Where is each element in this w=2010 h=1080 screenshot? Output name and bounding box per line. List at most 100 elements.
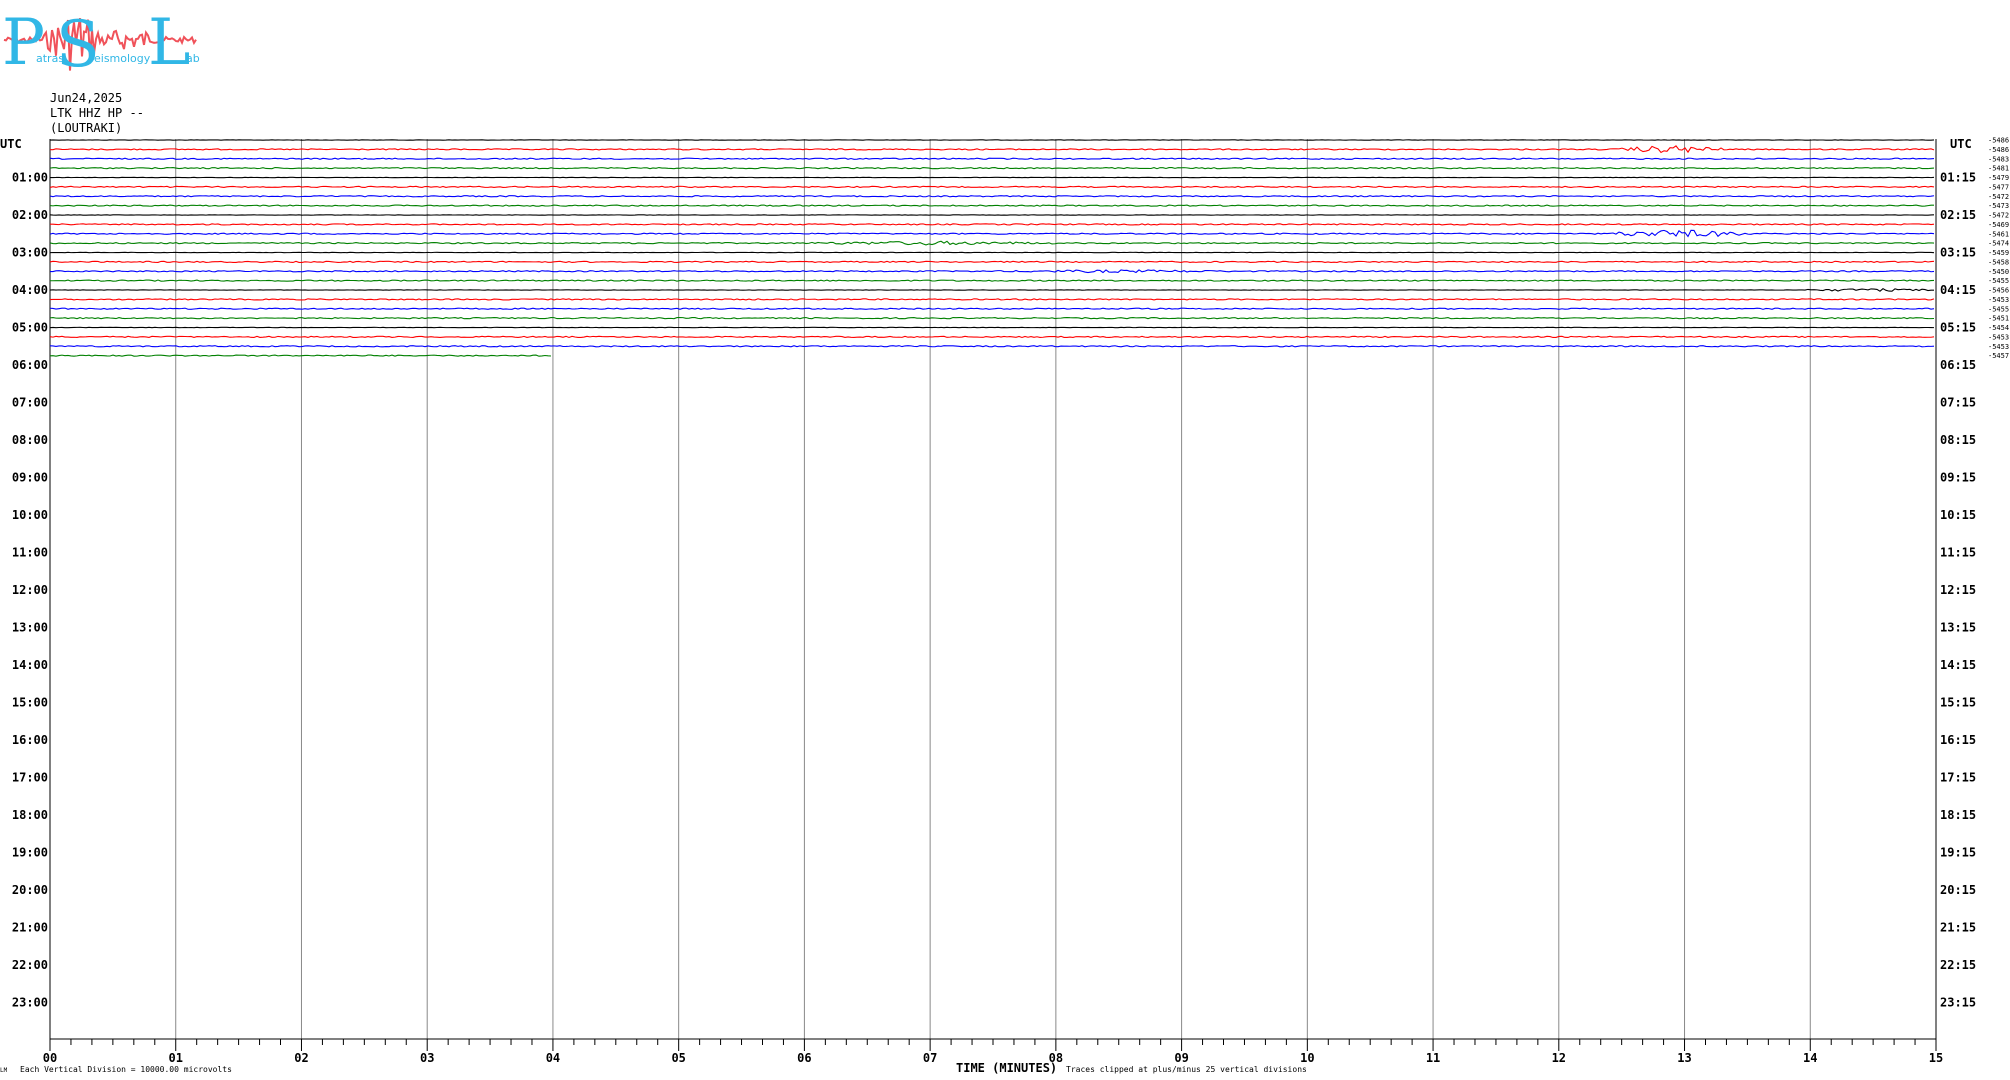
trace-row-14 <box>49 269 1935 274</box>
x-tick-label: 03 <box>420 1051 434 1065</box>
trace-row-16 <box>49 288 1935 292</box>
right-hour-label: 09:15 <box>1940 471 1976 485</box>
left-hour-label: 10:00 <box>12 508 48 522</box>
x-tick-label: 00 <box>43 1051 57 1065</box>
right-hour-label: 23:15 <box>1940 996 1976 1010</box>
trace-offset-label: -5455 <box>1988 277 2009 285</box>
trace-offset-label: -5473 <box>1988 202 2009 210</box>
trace-offset-label: -5453 <box>1988 343 2009 351</box>
x-tick-label: 06 <box>797 1051 811 1065</box>
x-tick-label: 02 <box>294 1051 308 1065</box>
corner-mark: LM <box>0 1067 8 1074</box>
helicorder-chart: P S L atras eismology ab Jun24,2025 LTK … <box>0 6 2009 1075</box>
right-hour-label: 07:15 <box>1940 396 1976 410</box>
x-tick-label: 11 <box>1426 1051 1440 1065</box>
trace-offset-label: -5486 <box>1988 146 2009 154</box>
left-hour-label: 18:00 <box>12 808 48 822</box>
trace-offset-label: -5481 <box>1988 165 2009 173</box>
trace-row-1 <box>49 145 1935 154</box>
x-tick-label: 13 <box>1677 1051 1691 1065</box>
trace-row-11 <box>49 240 1935 246</box>
left-hour-label: 12:00 <box>12 583 48 597</box>
trace-row-6 <box>49 195 1935 198</box>
trace-row-17 <box>49 298 1935 301</box>
left-hour-labels: 01:00 02:00 03:00 04:00 05:00 06:00 07:00 08:00… <box>12 171 48 1010</box>
trace-offset-label: -5453 <box>1988 296 2009 304</box>
logo-fragment-eismology: eismology <box>94 52 151 65</box>
trace-row-18 <box>49 307 1935 310</box>
right-hour-label: 19:15 <box>1940 846 1976 860</box>
right-hour-label: 05:15 <box>1940 321 1976 335</box>
x-tick-label: 09 <box>1174 1051 1188 1065</box>
trace-row-23 <box>49 354 552 357</box>
header-station: (LOUTRAKI) <box>50 121 122 135</box>
trace-offset-label: -5472 <box>1988 193 2009 201</box>
x-tick-label: 15 <box>1929 1051 1943 1065</box>
logo-letter-p: P <box>2 6 45 80</box>
left-hour-label: 15:00 <box>12 696 48 710</box>
right-hour-label: 01:15 <box>1940 171 1976 185</box>
trace-row-19 <box>49 316 1935 320</box>
left-hour-label: 02:00 <box>12 208 48 222</box>
right-hour-label: 04:15 <box>1940 283 1976 297</box>
trace-row-22 <box>49 345 1935 348</box>
right-hour-label: 15:15 <box>1940 696 1976 710</box>
footer-clipping-note: Traces clipped at plus/minus 25 vertical… <box>1066 1065 1307 1074</box>
x-tick-label: 14 <box>1803 1051 1817 1065</box>
trace-offset-label: -5486 <box>1988 137 2009 145</box>
trace-offset-label: -5451 <box>1988 315 2009 323</box>
trace-row-15 <box>49 279 1935 282</box>
footer-vertical-division: Each Vertical Division = 10000.00 microv… <box>20 1065 232 1074</box>
x-tick-label: 05 <box>671 1051 685 1065</box>
psl-logo: P S L atras eismology ab <box>2 6 200 82</box>
left-hour-label: 04:00 <box>12 283 48 297</box>
left-utc-header: UTC <box>0 137 22 151</box>
trace-offset-label: -5455 <box>1988 305 2009 313</box>
trace-offset-label: -5474 <box>1988 240 2009 248</box>
logo-letter-s: S <box>56 8 100 82</box>
left-hour-label: 13:00 <box>12 621 48 635</box>
x-tick-label: 12 <box>1552 1051 1566 1065</box>
right-hour-label: 16:15 <box>1940 733 1976 747</box>
trace-offset-label: -5477 <box>1988 183 2009 191</box>
x-tick-label: 04 <box>546 1051 560 1065</box>
trace-offset-label: -5459 <box>1988 249 2009 257</box>
right-hour-label: 14:15 <box>1940 658 1976 672</box>
left-hour-label: 09:00 <box>12 471 48 485</box>
logo-fragment-ab: ab <box>186 52 200 65</box>
trace-offset-label: -5456 <box>1988 287 2009 295</box>
trace-offset-label: -5483 <box>1988 155 2009 163</box>
right-hour-label: 22:15 <box>1940 958 1976 972</box>
trace-row-5 <box>49 185 1935 189</box>
header-date: Jun24,2025 <box>50 91 122 105</box>
right-hour-label: 02:15 <box>1940 208 1976 222</box>
trace-row-10 <box>49 229 1935 238</box>
left-hour-label: 11:00 <box>12 546 48 560</box>
right-hour-label: 03:15 <box>1940 246 1976 260</box>
header-channel: LTK HHZ HP -- <box>50 106 144 120</box>
right-utc-header: UTC <box>1950 137 1972 151</box>
logo-letter-l: L <box>148 6 191 80</box>
left-hour-label: 05:00 <box>12 321 48 335</box>
right-hour-label: 20:15 <box>1940 883 1976 897</box>
left-hour-label: 23:00 <box>12 996 48 1010</box>
trace-row-21 <box>49 335 1935 339</box>
x-tick-label: 07 <box>923 1051 937 1065</box>
trace-row-2 <box>49 157 1935 160</box>
trace-offset-label: -5453 <box>1988 333 2009 341</box>
right-hour-label: 17:15 <box>1940 771 1976 785</box>
right-hour-label: 06:15 <box>1940 358 1976 372</box>
x-tick-label: 01 <box>169 1051 183 1065</box>
left-hour-label: 19:00 <box>12 846 48 860</box>
right-hour-label: 11:15 <box>1940 546 1976 560</box>
left-hour-label: 07:00 <box>12 396 48 410</box>
trace-offset-label: -5454 <box>1988 324 2009 332</box>
trace-offset-label: -5450 <box>1988 268 2009 276</box>
trace-offset-label: -5457 <box>1988 352 2009 360</box>
x-tick-label: 10 <box>1300 1051 1314 1065</box>
left-hour-label: 06:00 <box>12 358 48 372</box>
right-hour-label: 21:15 <box>1940 921 1976 935</box>
right-hour-label: 10:15 <box>1940 508 1976 522</box>
trace-row-7 <box>49 204 1935 207</box>
trace-offset-labels: -5486-5486-5483-5481-5479-5477-5472-5473… <box>1988 137 2009 361</box>
